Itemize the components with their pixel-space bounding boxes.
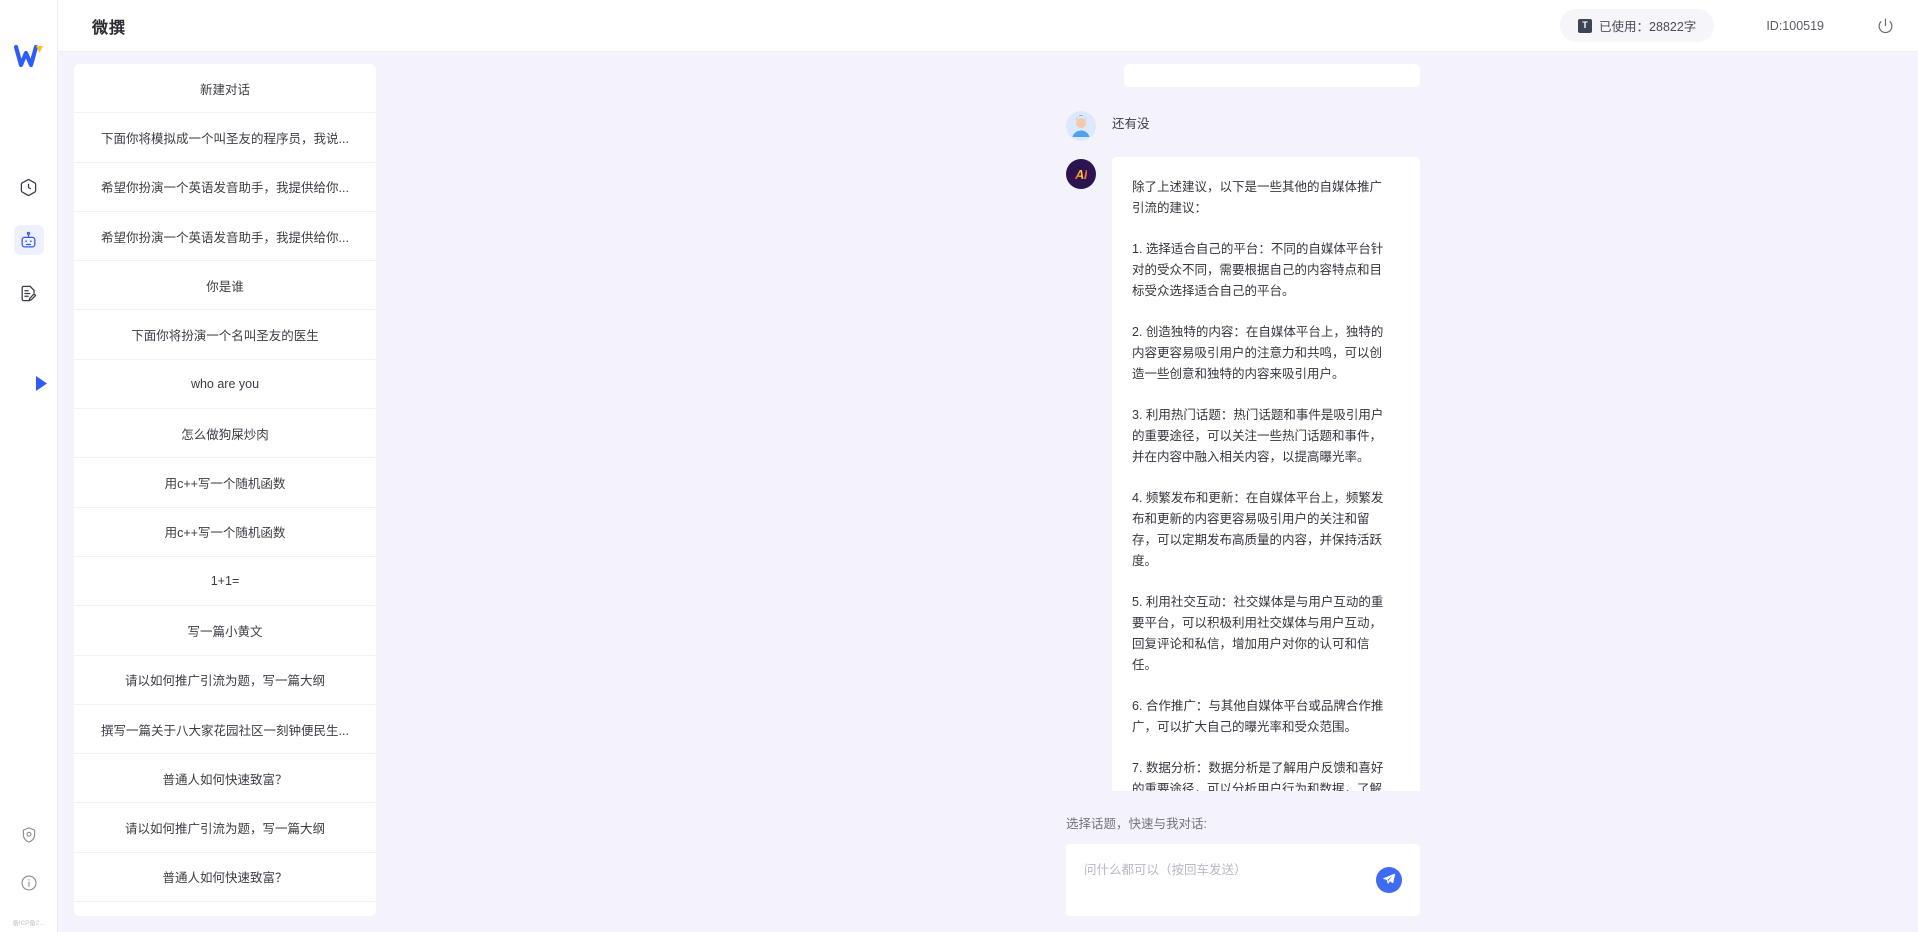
ai-paragraph: 3. 利用热门话题：热门话题和事件是吸引用户的重要途径，可以关注一些热门话题和事… <box>1132 405 1392 468</box>
app-root: 备ICP备2... 微撰 T 已使用：28822字 ID:100519 新建对话… <box>0 0 1918 932</box>
conversation-item[interactable]: 写一篇小黄文 <box>74 606 376 655</box>
conversation-item[interactable]: 用c++写一个随机函数 <box>74 508 376 557</box>
ai-paragraph: 4. 频繁发布和更新：在自媒体平台上，频繁发布和更新的内容更容易吸引用户的关注和… <box>1132 488 1392 572</box>
body: 新建对话下面你将模拟成一个叫圣友的程序员，我说... 希望你扮演一个英语发音助手，… <box>58 52 1918 932</box>
user-turn: 还有没 <box>1066 109 1420 141</box>
chat-column: 自媒体推广引流是一个需要不断尝试和优化的过程，需要结合自身的实际情况，制定合适的… <box>376 64 1918 932</box>
usage-chip[interactable]: T 已使用：28822字 <box>1560 9 1714 42</box>
rail-icon-group <box>14 172 44 308</box>
conversation-item-label: 请以如何推广引流为题，写一篇大纲 <box>88 818 362 837</box>
conversation-item-label: 希望你扮演一个英语发音助手，我提供给你... <box>88 227 362 246</box>
conversation-item[interactable]: 请以如何推广引流为题，写一篇大纲 <box>74 656 376 705</box>
page-title: 微撰 <box>92 14 126 38</box>
chat-scroll-area[interactable]: 自媒体推广引流是一个需要不断尝试和优化的过程，需要结合自身的实际情况，制定合适的… <box>376 64 1918 791</box>
ai-paragraph: 6. 合作推广：与其他自媒体平台或品牌合作推广，可以扩大自己的曝光率和受众范围。 <box>1132 696 1392 738</box>
conversation-item-label: 用c++写一个随机函数 <box>88 522 362 541</box>
message-input[interactable] <box>1066 844 1420 916</box>
conversation-item[interactable]: 请以如何推广引流为题，写一篇大纲 <box>74 803 376 852</box>
stage: 微撰 T 已使用：28822字 ID:100519 新建对话下面你将模拟成一个叫… <box>58 0 1918 932</box>
conversation-item[interactable]: 1+1= <box>74 557 376 606</box>
new-chat-button[interactable]: 新建对话 <box>74 64 376 113</box>
play-triangle-icon[interactable] <box>28 368 54 398</box>
icp-text: 备ICP备2... <box>3 919 54 928</box>
conversation-item-label: 你是谁 <box>88 276 362 295</box>
ai-paragraph: 2. 创造独特的内容：在自媒体平台上，独特的内容更容易吸引用户的注意力和共鸣，可… <box>1132 322 1392 385</box>
composer: 选择话题，快速与我对话: <box>376 791 1918 932</box>
conversation-item[interactable]: 怎么做狗屎炒肉 <box>74 409 376 458</box>
conversation-list[interactable]: 新建对话下面你将模拟成一个叫圣友的程序员，我说... 希望你扮演一个英语发音助手，… <box>74 64 376 902</box>
conversation-item[interactable]: 普通人如何快速致富？ <box>74 754 376 803</box>
user-avatar-icon <box>1066 111 1096 141</box>
ai-paragraph: 1. 选择适合自己的平台：不同的自媒体平台针对的受众不同，需要根据自己的内容特点… <box>1132 239 1392 302</box>
info-icon[interactable] <box>16 870 42 896</box>
ai-paragraph: 7. 数据分析：数据分析是了解用户反馈和喜好的重要途径，可以分析用户行为和数据，… <box>1132 758 1392 791</box>
conversation-item[interactable]: 你是谁 <box>74 261 376 310</box>
account-id: ID:100519 <box>1766 19 1824 33</box>
robot-icon[interactable] <box>14 225 44 255</box>
ai-avatar-label: AI <box>1075 167 1087 182</box>
conversation-item-label: 写一篇小黄文 <box>88 621 362 640</box>
ai-turn: AI 除了上述建议，以下是一些其他的自媒体推广引流的建议： 1. 选择适合自己的平… <box>1066 157 1420 791</box>
w-logo-icon[interactable] <box>12 42 46 72</box>
rail-bottom-group <box>0 822 57 896</box>
ai-paragraph: 除了上述建议，以下是一些其他的自媒体推广引流的建议： <box>1132 177 1392 219</box>
conversation-item-label: who are you <box>88 377 362 391</box>
conversation-item-label: 普通人如何快速致富？ <box>88 867 362 886</box>
new-chat-label: 新建对话 <box>88 79 362 98</box>
clipped-previous-message: 自媒体推广引流是一个需要不断尝试和优化的过程，需要结合自身的实际情况，制定合适的… <box>1124 64 1420 87</box>
left-rail: 备ICP备2... <box>0 0 58 932</box>
conversation-item[interactable]: 希望你扮演一个英语发音助手，我提供给你... <box>74 163 376 212</box>
token-badge-icon: T <box>1578 19 1592 33</box>
usage-label: 已使用：28822字 <box>1599 16 1696 35</box>
conversation-item[interactable]: 下面你将扮演一个名叫圣友的医生 <box>74 310 376 359</box>
conversation-item[interactable]: 撰写一篇关于八大家花园社区一刻钟便民生... <box>74 705 376 754</box>
send-paper-plane-icon <box>1382 872 1396 889</box>
conversation-item[interactable]: who are you <box>74 360 376 409</box>
clipped-previous-message-text: 自媒体推广引流是一个需要不断尝试和优化的过程，需要结合自身的实际情况，制定合适的… <box>1144 64 1400 65</box>
power-icon[interactable] <box>1874 15 1896 37</box>
conversation-item[interactable]: 普通人如何快速致富？ <box>74 853 376 902</box>
cube-icon[interactable] <box>14 172 44 202</box>
conversation-item-label: 请以如何推广引流为题，写一篇大纲 <box>88 670 362 689</box>
user-message-text: 还有没 <box>1112 109 1150 139</box>
conversation-item[interactable]: 下面你将模拟成一个叫圣友的程序员，我说... <box>74 113 376 162</box>
conversation-item[interactable]: 用c++写一个随机函数 <box>74 458 376 507</box>
ai-paragraph: 5. 利用社交互动：社交媒体是与用户互动的重要平台，可以积极利用社交媒体与用户互… <box>1132 592 1392 676</box>
conversation-item-label: 普通人如何快速致富？ <box>88 769 362 788</box>
conversation-item-label: 用c++写一个随机函数 <box>88 473 362 492</box>
conversation-panel: 新建对话下面你将模拟成一个叫圣友的程序员，我说... 希望你扮演一个英语发音助手，… <box>74 64 376 916</box>
shield-icon[interactable] <box>16 822 42 848</box>
send-button[interactable] <box>1376 867 1402 893</box>
document-edit-icon[interactable] <box>14 278 44 308</box>
conversation-item-label: 1+1= <box>88 574 362 588</box>
ai-avatar: AI <box>1066 159 1096 189</box>
conversation-item-label: 撰写一篇关于八大家花园社区一刻钟便民生... <box>88 720 362 739</box>
composer-label: 选择话题，快速与我对话: <box>1066 813 1420 832</box>
top-bar: 微撰 T 已使用：28822字 ID:100519 <box>58 0 1918 52</box>
conversation-item-label: 下面你将扮演一个名叫圣友的医生 <box>88 325 362 344</box>
conversation-item-label: 希望你扮演一个英语发音助手，我提供给你... <box>88 177 362 196</box>
composer-box[interactable] <box>1066 844 1420 916</box>
ai-message-bubble: 除了上述建议，以下是一些其他的自媒体推广引流的建议： 1. 选择适合自己的平台：不… <box>1112 157 1420 791</box>
conversation-item-label: 下面你将模拟成一个叫圣友的程序员，我说... <box>88 128 362 147</box>
conversation-item-label: 怎么做狗屎炒肉 <box>88 424 362 443</box>
conversation-item[interactable]: 希望你扮演一个英语发音助手，我提供给你... <box>74 212 376 261</box>
